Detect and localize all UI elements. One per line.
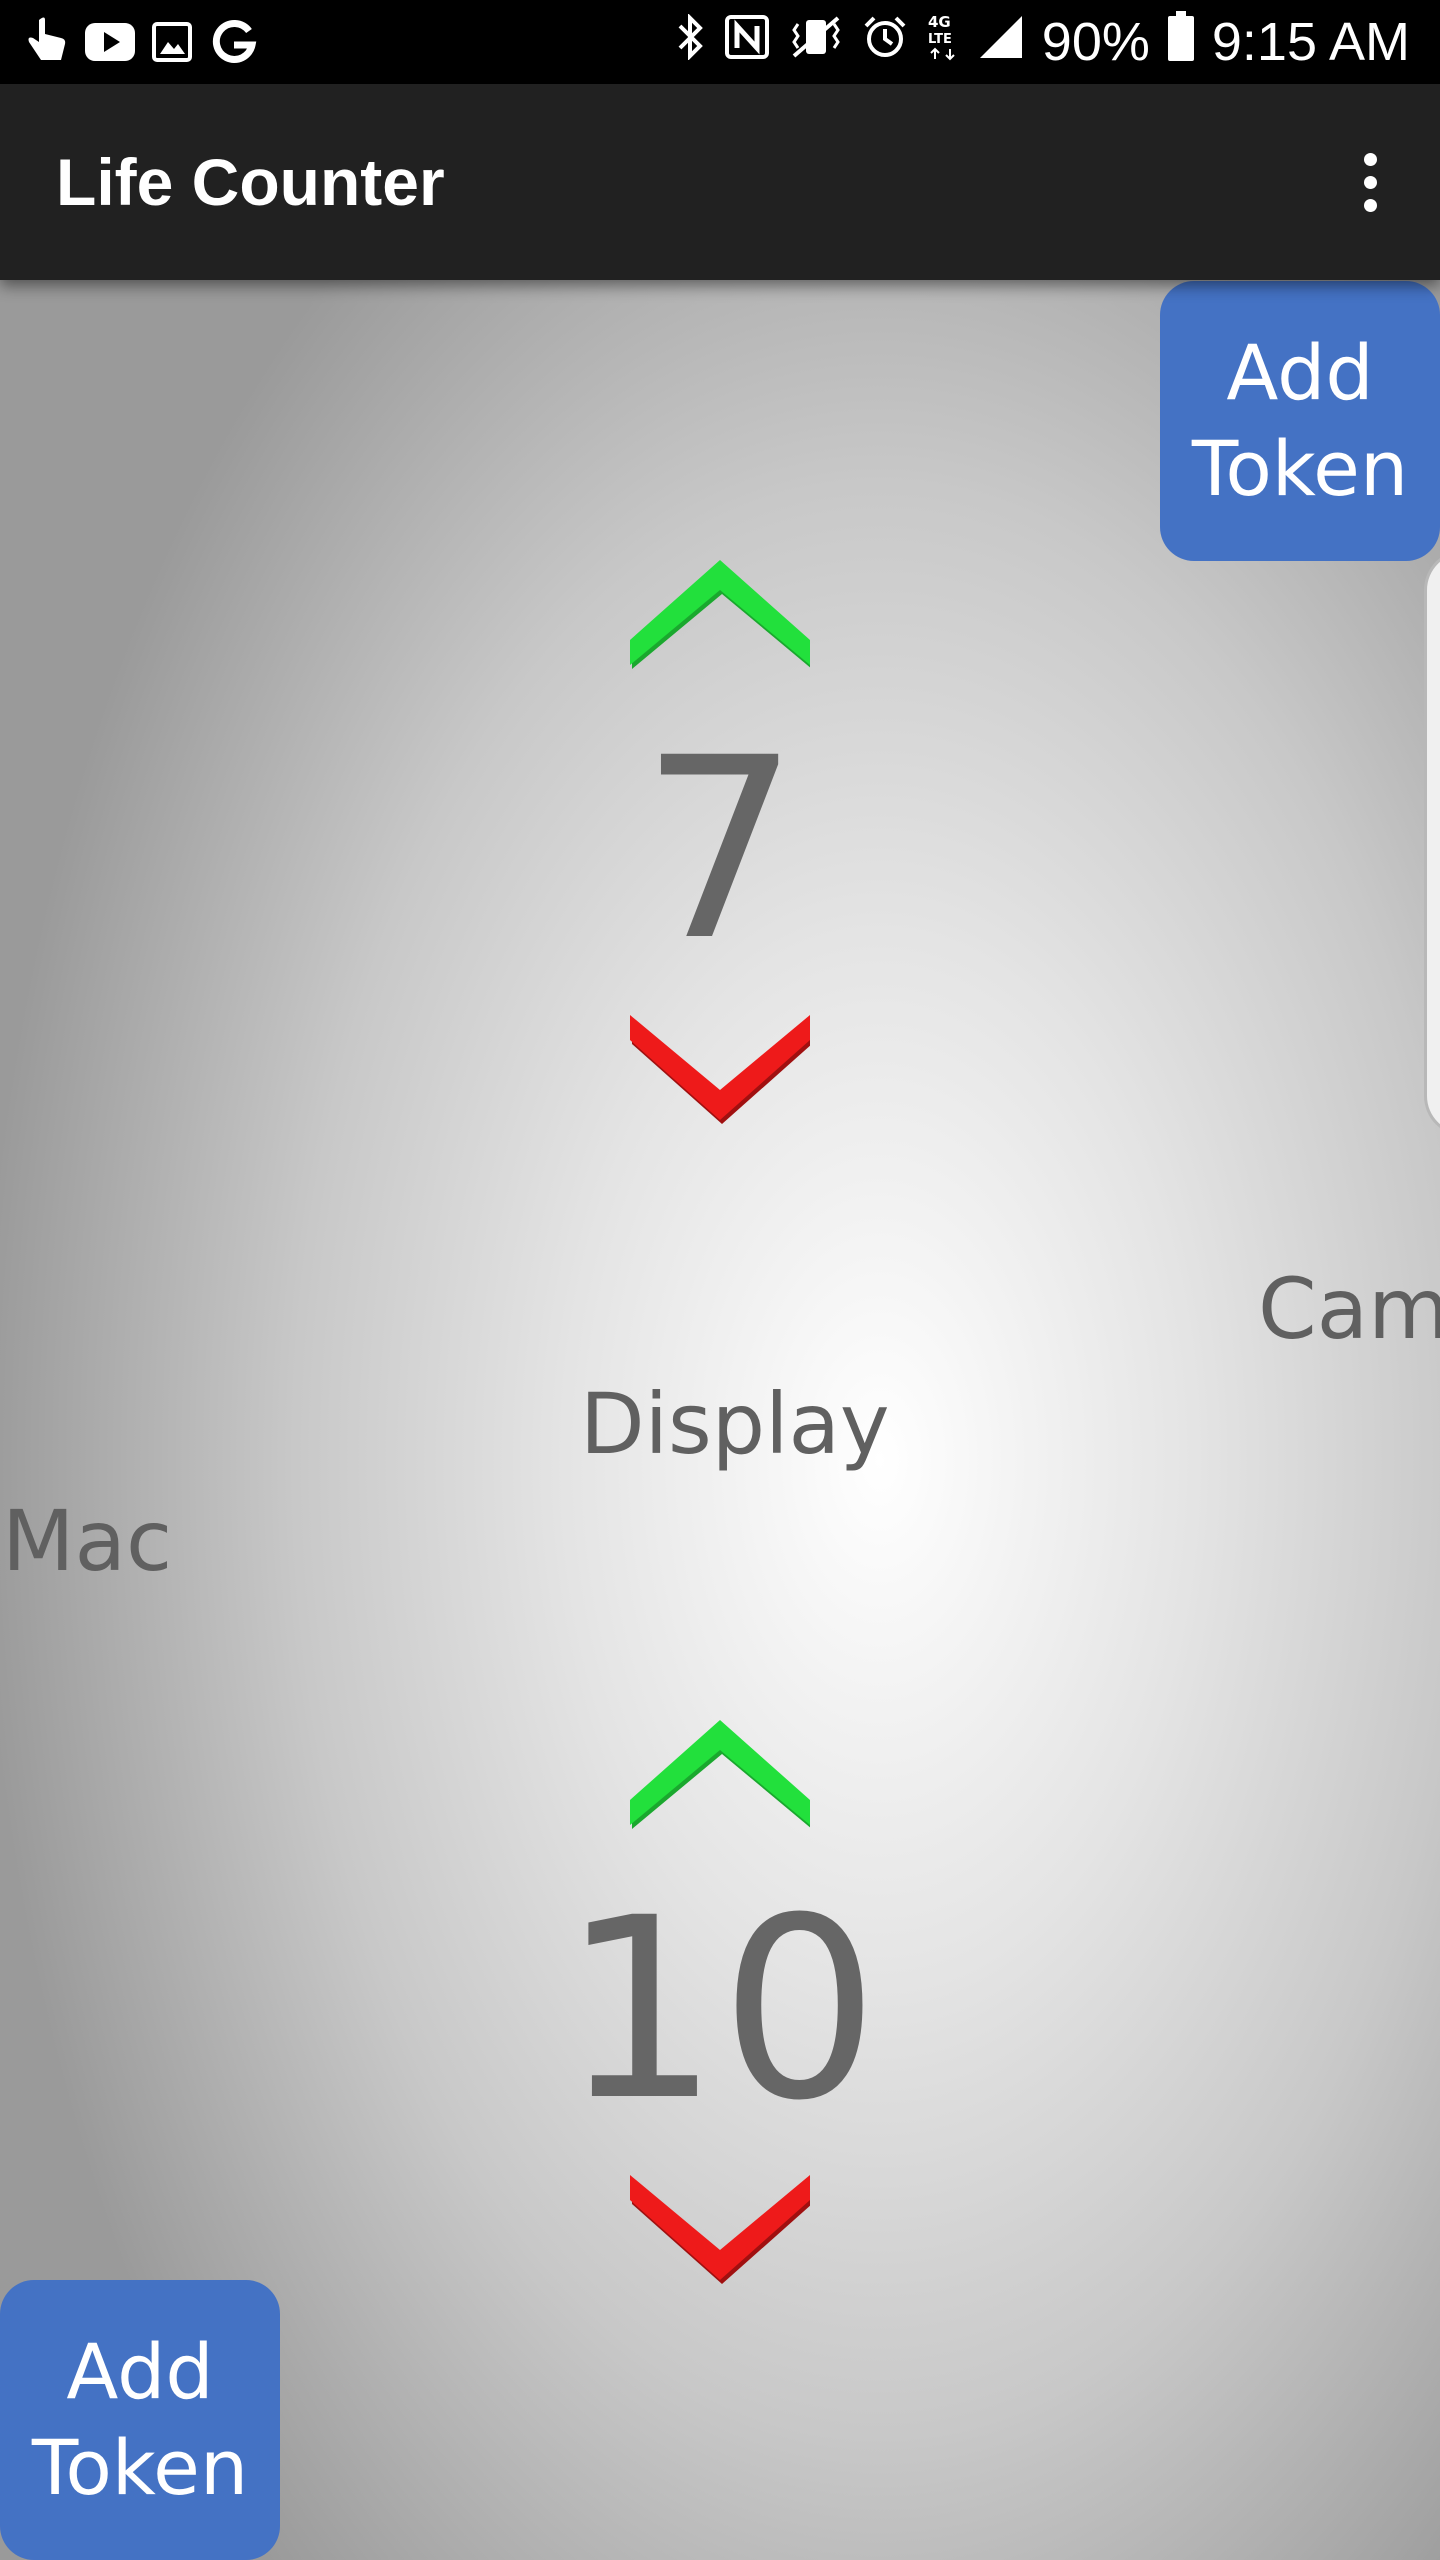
counter-value-bottom: 10	[560, 1864, 880, 2155]
increment-arrow-top[interactable]	[630, 560, 810, 670]
clock: 9:15 AM	[1211, 12, 1410, 72]
google-icon	[210, 14, 258, 70]
add-token-button-bottom[interactable]: Add Token	[0, 2280, 280, 2560]
more-vert-icon[interactable]	[1330, 142, 1410, 222]
player-label-right: Cam	[1258, 1260, 1440, 1358]
side-panel-handle[interactable]	[1424, 550, 1440, 1136]
add-token-button-top[interactable]: Add Token	[1160, 281, 1440, 561]
vibrate-icon	[788, 11, 844, 73]
gallery-icon	[150, 14, 194, 70]
app-title: Life Counter	[56, 145, 445, 219]
battery-icon	[1167, 10, 1194, 74]
decrement-arrow-bottom[interactable]	[630, 2175, 810, 2285]
lte-icon: 4G LTE	[926, 11, 960, 74]
nfc-icon	[724, 11, 770, 73]
alarm-icon	[862, 11, 908, 73]
signal-icon	[978, 11, 1024, 73]
svg-text:4G: 4G	[928, 13, 951, 31]
youtube-icon	[84, 14, 136, 70]
player-label-display: Display	[580, 1375, 890, 1473]
bluetooth-icon	[676, 11, 706, 73]
player-label-left: Mac	[2, 1492, 173, 1590]
svg-text:LTE: LTE	[928, 32, 952, 47]
battery-percent: 90%	[1041, 12, 1150, 72]
decrement-arrow-top[interactable]	[630, 1015, 810, 1125]
counter-area: Add Token 7 Cam Display Mac 10 Add Token	[0, 280, 1440, 2560]
app-bar: Life Counter	[0, 84, 1440, 280]
touch-icon	[24, 14, 70, 70]
counter-value-top: 7	[640, 704, 800, 995]
status-bar: 4G LTE 90% 9:15 AM	[0, 0, 1440, 84]
increment-arrow-bottom[interactable]	[630, 1720, 810, 1830]
